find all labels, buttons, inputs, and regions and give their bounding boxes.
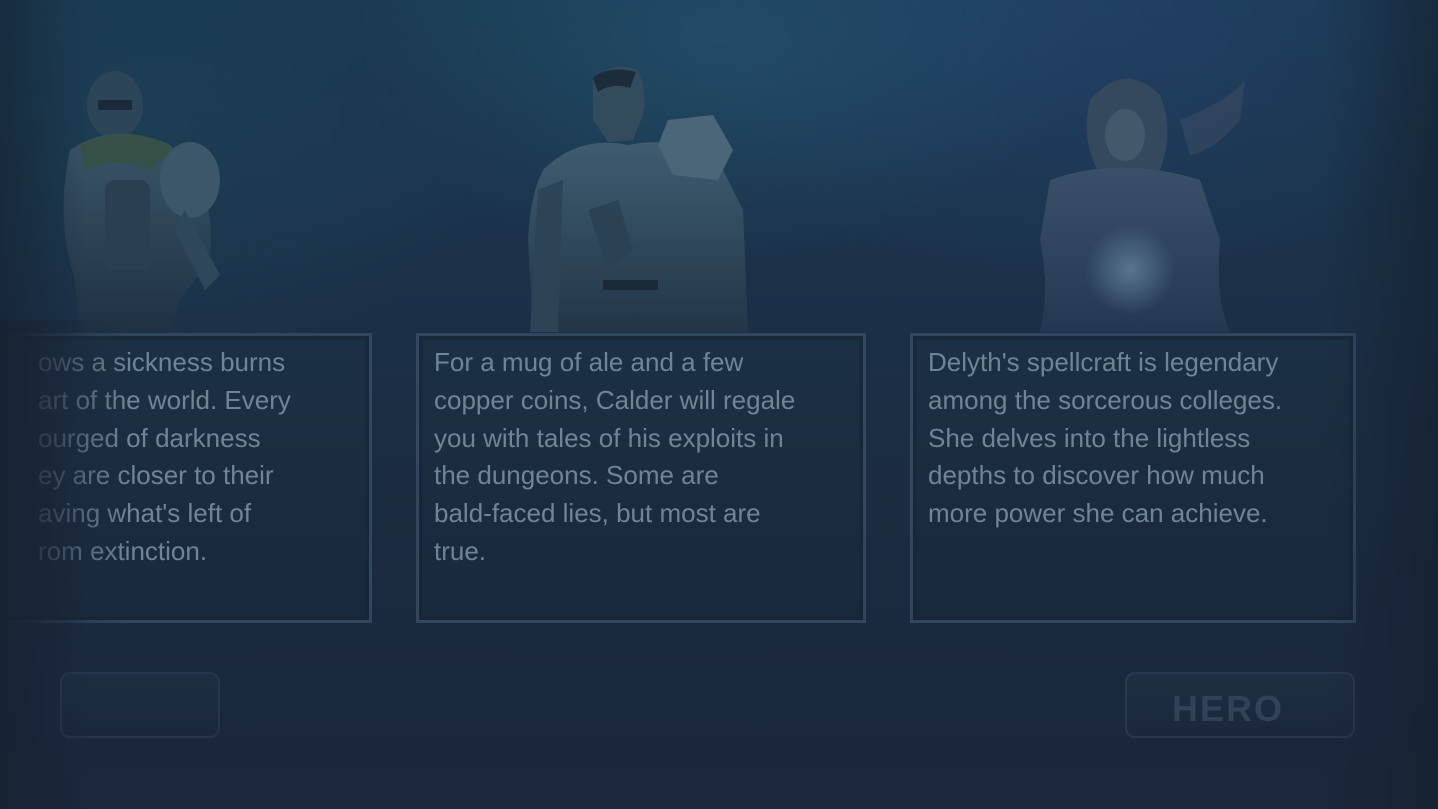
- sorceress-portrait[interactable]: [1010, 60, 1250, 332]
- left-edge-fade: [0, 320, 130, 640]
- bottom-fade: [0, 730, 1438, 809]
- rogue-portrait[interactable]: [518, 60, 758, 332]
- hero-description-card-delyth[interactable]: Delyth's spellcraft is legendary among t…: [910, 333, 1356, 623]
- back-button[interactable]: [60, 672, 220, 738]
- hero-button-label: HERO: [1172, 688, 1285, 729]
- hero-description-text: Delyth's spellcraft is legendary among t…: [928, 347, 1283, 529]
- hero-select-screen: ows a sickness burns art of the world. E…: [0, 0, 1438, 809]
- hero-description-card-calder[interactable]: For a mug of ale and a few copper coins,…: [416, 333, 866, 623]
- sorceress-icon: [1040, 78, 1245, 332]
- hero-button[interactable]: HERO: [1125, 672, 1355, 738]
- hero-description-text: For a mug of ale and a few copper coins,…: [434, 347, 796, 566]
- rogue-icon: [528, 66, 748, 332]
- knight-portrait[interactable]: [20, 60, 260, 332]
- knight-icon: [63, 71, 220, 332]
